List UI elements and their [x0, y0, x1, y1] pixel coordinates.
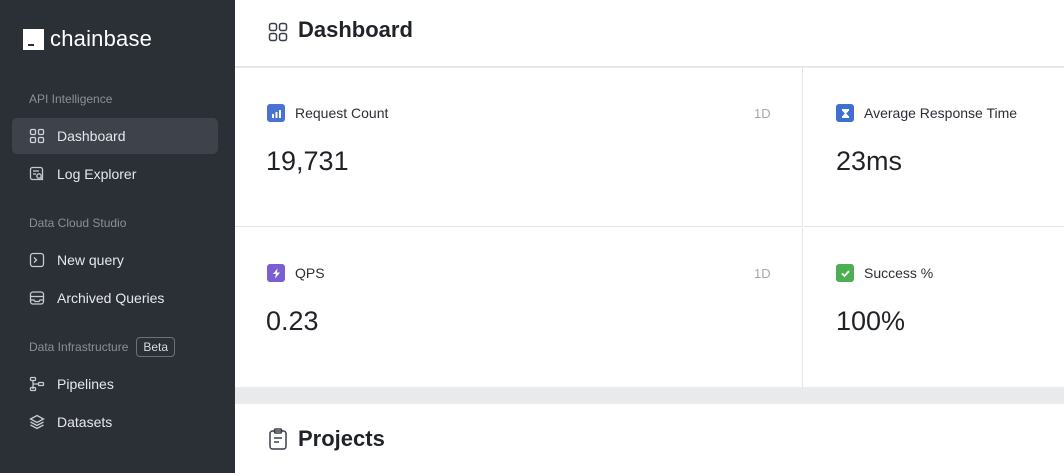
sidebar-item-label: Dashboard [57, 128, 126, 144]
sidebar-item-label: Archived Queries [57, 290, 165, 306]
sidebar-item-archived-queries[interactable]: Archived Queries [12, 280, 218, 316]
sidebar-item-log-explorer[interactable]: Log Explorer [12, 156, 218, 192]
main-content: Dashboard Request Count 1D 19,731 Averag… [235, 0, 1064, 473]
sidebar-item-label: Log Explorer [57, 166, 137, 182]
stat-label: Average Response Time [864, 105, 1018, 121]
section-label-api-intelligence: API Intelligence [29, 92, 113, 106]
lightning-icon [267, 264, 285, 282]
pipeline-icon [29, 376, 45, 392]
section-title: Projects [298, 426, 385, 451]
sidebar-item-label: Pipelines [57, 376, 114, 392]
range-selector[interactable]: 1D [754, 106, 771, 121]
projects-section: Projects [235, 404, 1064, 473]
archive-icon [29, 290, 45, 306]
log-search-icon [29, 166, 45, 182]
stats-grid: Request Count 1D 19,731 Average Response… [235, 68, 1064, 387]
beta-badge: Beta [136, 337, 176, 357]
section-label-data-cloud-studio: Data Cloud Studio [29, 216, 127, 230]
hourglass-icon [836, 104, 854, 122]
page-header: Dashboard [235, 0, 1064, 67]
stat-card-request-count: Request Count 1D 19,731 [235, 68, 803, 227]
stat-value: 100% [836, 306, 906, 336]
sidebar-item-pipelines[interactable]: Pipelines [12, 366, 218, 402]
stat-label: Success % [864, 265, 934, 281]
sidebar-item-label: New query [57, 252, 124, 268]
stat-value: 19,731 [266, 146, 349, 176]
section-label-data-infrastructure: Data Infrastructure Beta [29, 337, 176, 357]
sidebar-item-datasets[interactable]: Datasets [12, 404, 218, 440]
brand-logo[interactable]: chainbase [23, 26, 152, 52]
sidebar-item-label: Datasets [57, 414, 113, 430]
brand-name: chainbase [50, 26, 153, 51]
stat-label: Request Count [295, 105, 389, 121]
stat-label: QPS [295, 265, 325, 281]
layers-icon [29, 414, 45, 430]
bar-chart-icon [267, 104, 285, 122]
page-title: Dashboard [298, 17, 413, 42]
sidebar-item-dashboard[interactable]: Dashboard [12, 118, 218, 154]
range-selector[interactable]: 1D [754, 266, 771, 281]
stat-card-qps: QPS 1D 0.23 [235, 228, 803, 387]
stat-card-average-response-time: Average Response Time 23ms [804, 68, 1064, 227]
sidebar: chainbase API Intelligence Dashboard Log… [0, 0, 235, 473]
sidebar-item-new-query[interactable]: New query [12, 242, 218, 278]
stat-value: 0.23 [266, 306, 319, 336]
grid-icon [29, 128, 45, 144]
chainbase-logo-icon [23, 28, 44, 50]
clipboard-icon [268, 428, 288, 450]
stat-card-success-rate: Success % 100% [804, 228, 1064, 387]
stat-value: 23ms [836, 146, 903, 176]
terminal-icon [29, 252, 45, 268]
check-icon [836, 264, 854, 282]
grid-icon [268, 22, 288, 42]
